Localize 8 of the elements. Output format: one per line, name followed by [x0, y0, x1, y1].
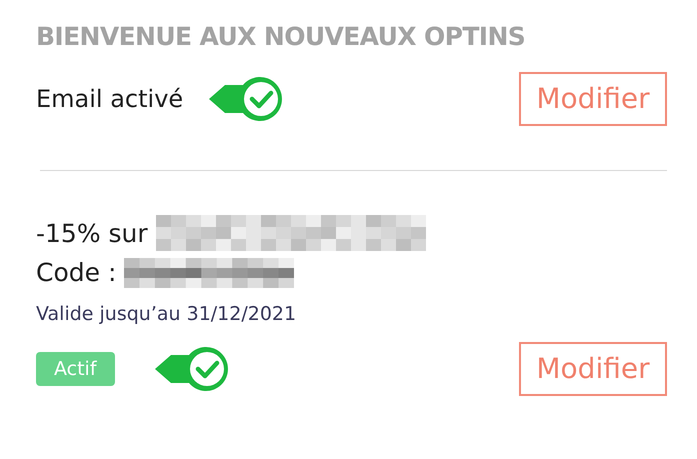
modify-button[interactable]: Modifier — [519, 72, 667, 126]
section-title: BIENVENUE AUX NOUVEAUX OPTINS — [36, 21, 526, 53]
code-label: Code : — [36, 257, 116, 289]
modify-button[interactable]: Modifier — [519, 342, 667, 396]
validity-text: Valide jusqu’au 31/12/2021 — [36, 302, 298, 326]
status-badge: Actif — [36, 352, 115, 386]
discount-label: -15% sur — [36, 218, 148, 250]
email-status-label: Email activé — [36, 84, 184, 114]
